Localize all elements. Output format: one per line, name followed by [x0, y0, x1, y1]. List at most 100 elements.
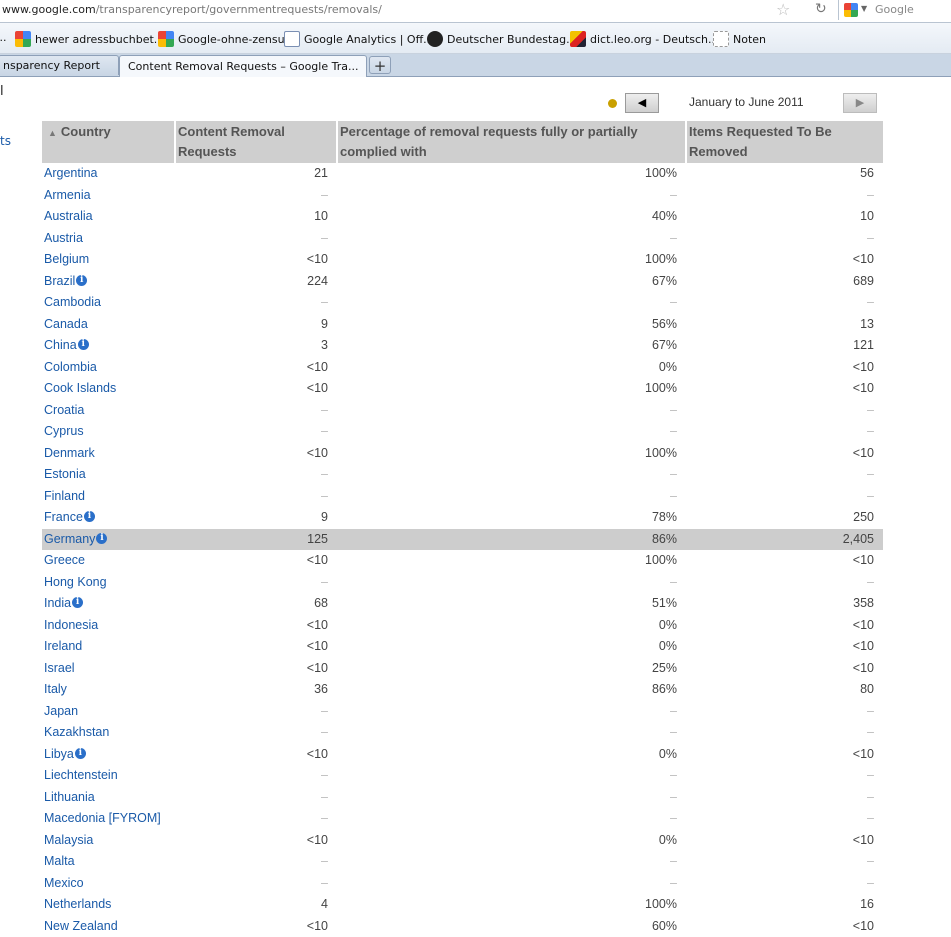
- info-icon[interactable]: i: [72, 597, 83, 608]
- country-cell[interactable]: Malaysia: [42, 830, 175, 852]
- bookmark-item[interactable]: Deutscher Bundestag...: [427, 31, 577, 47]
- country-link[interactable]: Greece: [44, 553, 85, 567]
- search-box[interactable]: ▼ Google: [838, 0, 951, 20]
- country-cell[interactable]: Finland: [42, 486, 175, 508]
- country-cell[interactable]: New Zealand: [42, 916, 175, 937]
- info-icon[interactable]: i: [75, 748, 86, 759]
- tab-transparency-report[interactable]: nsparency Report: [0, 55, 119, 75]
- bookmark-item[interactable]: hewer adressbuchbet...: [15, 31, 164, 47]
- country-cell[interactable]: Francei: [42, 507, 175, 529]
- country-cell[interactable]: Lithuania: [42, 787, 175, 809]
- country-cell[interactable]: Austria: [42, 228, 175, 250]
- close-icon[interactable]: ✕: [358, 60, 367, 74]
- country-cell[interactable]: Armenia: [42, 185, 175, 207]
- header-country[interactable]: ▲Country: [42, 121, 175, 163]
- country-link[interactable]: Kazakhstan: [44, 725, 109, 739]
- country-cell[interactable]: Argentina: [42, 163, 175, 185]
- country-cell[interactable]: Hong Kong: [42, 572, 175, 594]
- previous-period-button[interactable]: ◀: [625, 93, 659, 113]
- country-link[interactable]: Italy: [44, 682, 67, 696]
- country-cell[interactable]: Israel: [42, 658, 175, 680]
- address-bar[interactable]: www.google.com/transparencyreport/govern…: [0, 0, 951, 23]
- country-cell[interactable]: Belgium: [42, 249, 175, 271]
- country-link[interactable]: Malta: [44, 854, 75, 868]
- info-icon[interactable]: i: [96, 533, 107, 544]
- country-link[interactable]: Croatia: [44, 403, 84, 417]
- info-icon[interactable]: i: [76, 275, 87, 286]
- country-cell[interactable]: Estonia: [42, 464, 175, 486]
- bookmark-item[interactable]: Google Analytics | Off...: [284, 31, 434, 47]
- country-link[interactable]: Canada: [44, 317, 88, 331]
- country-link[interactable]: Ireland: [44, 639, 82, 653]
- country-cell[interactable]: Japan: [42, 701, 175, 723]
- country-link[interactable]: Finland: [44, 489, 85, 503]
- bookmark-item[interactable]: dict.leo.org - Deutsch...: [570, 31, 719, 47]
- country-link[interactable]: Colombia: [44, 360, 97, 374]
- country-cell[interactable]: Brazili: [42, 271, 175, 293]
- info-icon[interactable]: i: [84, 511, 95, 522]
- country-link[interactable]: China: [44, 338, 77, 352]
- country-cell[interactable]: Libyai: [42, 744, 175, 766]
- info-icon[interactable]: i: [78, 339, 89, 350]
- country-link[interactable]: India: [44, 596, 71, 610]
- header-items-requested[interactable]: Items Requested To Be Removed: [686, 121, 883, 163]
- country-link[interactable]: Germany: [44, 532, 95, 546]
- country-link[interactable]: Denmark: [44, 446, 95, 460]
- bookmark-item[interactable]: Noten: [713, 31, 766, 47]
- chevron-down-icon[interactable]: ▼: [861, 4, 867, 13]
- country-cell[interactable]: Canada: [42, 314, 175, 336]
- country-link[interactable]: Cook Islands: [44, 381, 116, 395]
- bookmark-star-icon[interactable]: ☆: [776, 0, 790, 19]
- country-link[interactable]: Armenia: [44, 188, 91, 202]
- cut-off-sidebar-link[interactable]: ts: [0, 134, 11, 148]
- country-link[interactable]: Israel: [44, 661, 75, 675]
- country-link[interactable]: Mexico: [44, 876, 84, 890]
- country-link[interactable]: Cyprus: [44, 424, 84, 438]
- tab-content-removal-requests[interactable]: Content Removal Requests – Google Tra...…: [119, 55, 367, 77]
- country-link[interactable]: New Zealand: [44, 919, 118, 933]
- country-link[interactable]: France: [44, 510, 83, 524]
- country-link[interactable]: Brazil: [44, 274, 75, 288]
- country-link[interactable]: Cambodia: [44, 295, 101, 309]
- new-tab-button[interactable]: +: [369, 56, 391, 74]
- country-cell[interactable]: Malta: [42, 851, 175, 873]
- country-cell[interactable]: Indonesia: [42, 615, 175, 637]
- country-link[interactable]: Libya: [44, 747, 74, 761]
- reload-icon[interactable]: ↻: [815, 1, 827, 17]
- country-link[interactable]: Australia: [44, 209, 93, 223]
- country-cell[interactable]: Kazakhstan: [42, 722, 175, 744]
- country-link[interactable]: Malaysia: [44, 833, 93, 847]
- country-link[interactable]: Netherlands: [44, 897, 111, 911]
- url-text[interactable]: www.google.com/transparencyreport/govern…: [2, 3, 382, 16]
- country-cell[interactable]: Germanyi: [42, 529, 175, 551]
- country-cell[interactable]: Ireland: [42, 636, 175, 658]
- country-link[interactable]: Belgium: [44, 252, 89, 266]
- country-cell[interactable]: Cambodia: [42, 292, 175, 314]
- country-cell[interactable]: Netherlands: [42, 894, 175, 916]
- country-cell[interactable]: Australia: [42, 206, 175, 228]
- country-link[interactable]: Argentina: [44, 166, 98, 180]
- country-link[interactable]: Macedonia [FYROM]: [44, 811, 161, 825]
- country-link[interactable]: Japan: [44, 704, 78, 718]
- header-content-removal-requests[interactable]: Content Removal Requests: [175, 121, 337, 163]
- country-cell[interactable]: Greece: [42, 550, 175, 572]
- country-link[interactable]: Austria: [44, 231, 83, 245]
- country-link[interactable]: Hong Kong: [44, 575, 107, 589]
- country-cell[interactable]: Indiai: [42, 593, 175, 615]
- country-cell[interactable]: Italy: [42, 679, 175, 701]
- header-percentage-complied[interactable]: Percentage of removal requests fully or …: [337, 121, 686, 163]
- next-period-button[interactable]: ▶: [843, 93, 877, 113]
- country-cell[interactable]: Mexico: [42, 873, 175, 895]
- bookmark-item[interactable]: ...: [0, 31, 7, 44]
- google-search-engine-icon[interactable]: [844, 3, 858, 17]
- country-cell[interactable]: Macedonia [FYROM]: [42, 808, 175, 830]
- country-link[interactable]: Indonesia: [44, 618, 98, 632]
- country-link[interactable]: Lithuania: [44, 790, 95, 804]
- country-cell[interactable]: Chinai: [42, 335, 175, 357]
- country-cell[interactable]: Croatia: [42, 400, 175, 422]
- country-link[interactable]: Estonia: [44, 467, 86, 481]
- country-cell[interactable]: Cyprus: [42, 421, 175, 443]
- country-link[interactable]: Liechtenstein: [44, 768, 118, 782]
- country-cell[interactable]: Denmark: [42, 443, 175, 465]
- bookmark-item[interactable]: Google-ohne-zensur: [158, 31, 289, 47]
